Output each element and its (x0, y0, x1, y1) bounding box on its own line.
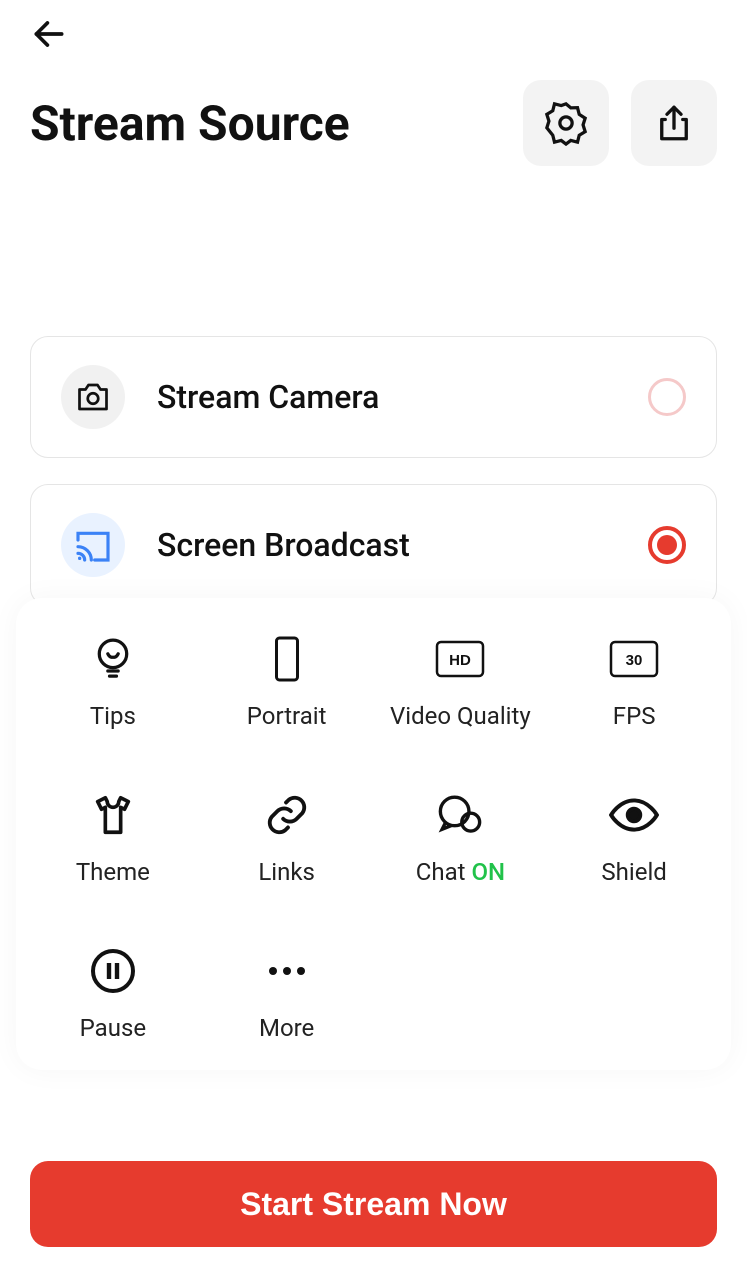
camera-icon-wrap (61, 365, 125, 429)
screen-broadcast-radio[interactable] (648, 526, 686, 564)
lightbulb-icon (92, 635, 134, 683)
tips-button[interactable]: Tips (26, 634, 200, 730)
eye-icon (609, 797, 659, 833)
shirt-icon (90, 792, 136, 838)
video-quality-button[interactable]: HD Video Quality (374, 634, 548, 730)
chat-button[interactable]: Chat ON (374, 790, 548, 886)
portrait-icon (269, 635, 305, 683)
fps-button[interactable]: 30 FPS (547, 634, 721, 730)
theme-label: Theme (76, 858, 150, 886)
back-button[interactable] (30, 12, 74, 56)
share-icon (653, 102, 695, 144)
controls-panel: Tips Portrait HD Video Quality 30 FPS Th… (16, 598, 731, 1070)
link-icon (264, 792, 310, 838)
stream-camera-label: Stream Camera (157, 378, 616, 416)
page-title: Stream Source (30, 95, 350, 152)
more-icon (265, 965, 309, 977)
hd-icon: HD (435, 640, 485, 678)
chat-icon (435, 792, 485, 838)
svg-text:30: 30 (626, 652, 643, 669)
pause-label: Pause (80, 1014, 146, 1042)
cast-icon-wrap (61, 513, 125, 577)
shield-label: Shield (601, 858, 666, 886)
settings-button[interactable] (523, 80, 609, 166)
start-stream-button[interactable]: Start Stream Now (30, 1161, 717, 1247)
pause-button[interactable]: Pause (26, 946, 200, 1042)
share-button[interactable] (631, 80, 717, 166)
portrait-button[interactable]: Portrait (200, 634, 374, 730)
gear-icon (543, 100, 589, 146)
camera-icon (75, 379, 111, 415)
cast-icon (73, 525, 113, 565)
tips-label: Tips (90, 702, 136, 730)
theme-button[interactable]: Theme (26, 790, 200, 886)
fps-label: FPS (613, 702, 656, 730)
more-button[interactable]: More (200, 946, 374, 1042)
stream-camera-radio[interactable] (648, 378, 686, 416)
chat-label: Chat ON (416, 858, 505, 886)
fps-icon: 30 (609, 640, 659, 678)
portrait-label: Portrait (247, 702, 327, 730)
screen-broadcast-label: Screen Broadcast (157, 526, 616, 564)
links-label: Links (258, 858, 315, 886)
screen-broadcast-option[interactable]: Screen Broadcast (30, 484, 717, 606)
video-quality-label: Video Quality (390, 702, 531, 730)
pause-icon (89, 947, 137, 995)
svg-text:HD: HD (450, 652, 472, 669)
more-label: More (259, 1014, 314, 1042)
shield-button[interactable]: Shield (547, 790, 721, 886)
arrow-left-icon (30, 15, 68, 53)
links-button[interactable]: Links (200, 790, 374, 886)
stream-camera-option[interactable]: Stream Camera (30, 336, 717, 458)
